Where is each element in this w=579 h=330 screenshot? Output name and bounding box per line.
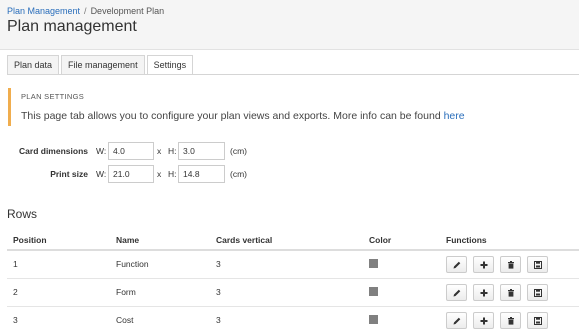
table-row: 3 Cost 3 — [7, 306, 579, 330]
print-width-label: W: — [96, 169, 107, 179]
table-row: 1 Function 3 — [7, 250, 579, 279]
row-name: Function — [110, 250, 210, 279]
plus-icon — [480, 317, 488, 324]
header-color: Color — [363, 230, 440, 251]
header-cards-vertical: Cards vertical — [210, 230, 363, 251]
plus-icon — [480, 289, 488, 296]
delete-button[interactable] — [500, 255, 521, 273]
card-dimensions-unit: (cm) — [230, 146, 247, 156]
breadcrumb-separator: / — [84, 6, 87, 16]
header-name: Name — [110, 230, 210, 251]
row-functions — [440, 278, 579, 307]
row-color — [363, 278, 440, 307]
save-button[interactable] — [527, 311, 548, 329]
trash-icon — [508, 288, 514, 297]
card-height-label: H: — [168, 146, 177, 156]
row-color — [363, 306, 440, 330]
row-functions — [440, 306, 579, 330]
card-height-input[interactable] — [178, 142, 225, 160]
breadcrumb-current: Development Plan — [90, 6, 165, 16]
rows-table-header: Position Name Cards vertical Color Funct… — [7, 230, 579, 251]
color-swatch[interactable] — [369, 314, 378, 324]
print-width-input[interactable] — [108, 165, 154, 183]
tab-bar: Plan data File management Settings — [7, 55, 195, 75]
row-functions — [440, 250, 579, 279]
save-icon — [534, 260, 542, 269]
card-width-label: W: — [96, 146, 107, 156]
plan-settings-description: This page tab allows you to configure yo… — [21, 110, 465, 122]
pencil-icon — [453, 317, 461, 324]
pencil-icon — [453, 261, 461, 269]
row-position: 3 — [7, 306, 110, 330]
tab-settings[interactable]: Settings — [146, 55, 194, 75]
save-button[interactable] — [527, 283, 548, 301]
delete-button[interactable] — [500, 283, 521, 301]
color-swatch[interactable] — [369, 258, 378, 268]
row-cards-vertical: 3 — [210, 250, 363, 279]
color-swatch[interactable] — [369, 286, 378, 296]
row-position: 2 — [7, 278, 110, 307]
delete-button[interactable] — [500, 311, 521, 329]
header-position: Position — [7, 230, 110, 251]
tab-plan-data[interactable]: Plan data — [7, 55, 60, 75]
print-height-label: H: — [168, 169, 177, 179]
tab-file-management[interactable]: File management — [61, 55, 145, 75]
row-cards-vertical: 3 — [210, 278, 363, 307]
plan-settings-panel: PLAN SETTINGS This page tab allows you t… — [8, 88, 573, 126]
page-title: Plan management — [7, 18, 137, 35]
plus-icon — [480, 261, 488, 269]
tab-divider — [7, 74, 579, 75]
edit-button[interactable] — [446, 283, 467, 301]
card-dimensions-label: Card dimensions — [19, 146, 88, 156]
pencil-icon — [453, 289, 461, 296]
plan-settings-description-text: This page tab allows you to configure yo… — [21, 110, 444, 122]
rows-title: Rows — [7, 207, 38, 221]
breadcrumb: Plan Management / Development Plan — [7, 6, 164, 16]
print-size-label: Print size — [50, 169, 88, 179]
table-row: 2 Form 3 — [7, 278, 579, 307]
page-header: Plan Management / Development Plan Plan ma… — [0, 0, 579, 50]
edit-button[interactable] — [446, 255, 467, 273]
edit-button[interactable] — [446, 311, 467, 329]
save-button[interactable] — [527, 255, 548, 273]
print-size-x: x — [157, 169, 162, 179]
card-width-input[interactable] — [108, 142, 154, 160]
add-button[interactable] — [473, 283, 494, 301]
row-position: 1 — [7, 250, 110, 279]
card-dimensions-row: Card dimensions W: x H: (cm) — [0, 142, 300, 160]
plan-settings-heading: PLAN SETTINGS — [21, 92, 85, 101]
print-height-input[interactable] — [178, 165, 225, 183]
card-dimensions-x: x — [157, 146, 162, 156]
row-name: Form — [110, 278, 210, 307]
print-size-unit: (cm) — [230, 169, 247, 179]
print-size-row: Print size W: x H: (cm) — [0, 165, 300, 183]
add-button[interactable] — [473, 311, 494, 329]
breadcrumb-root-link[interactable]: Plan Management — [7, 6, 80, 16]
row-cards-vertical: 3 — [210, 306, 363, 330]
row-color — [363, 250, 440, 279]
add-button[interactable] — [473, 255, 494, 273]
rows-table: Position Name Cards vertical Color Funct… — [7, 230, 579, 330]
save-icon — [534, 316, 542, 325]
header-functions: Functions — [440, 230, 579, 251]
trash-icon — [508, 316, 514, 325]
row-name: Cost — [110, 306, 210, 330]
save-icon — [534, 288, 542, 297]
more-info-link[interactable]: here — [444, 110, 465, 122]
trash-icon — [508, 260, 514, 269]
